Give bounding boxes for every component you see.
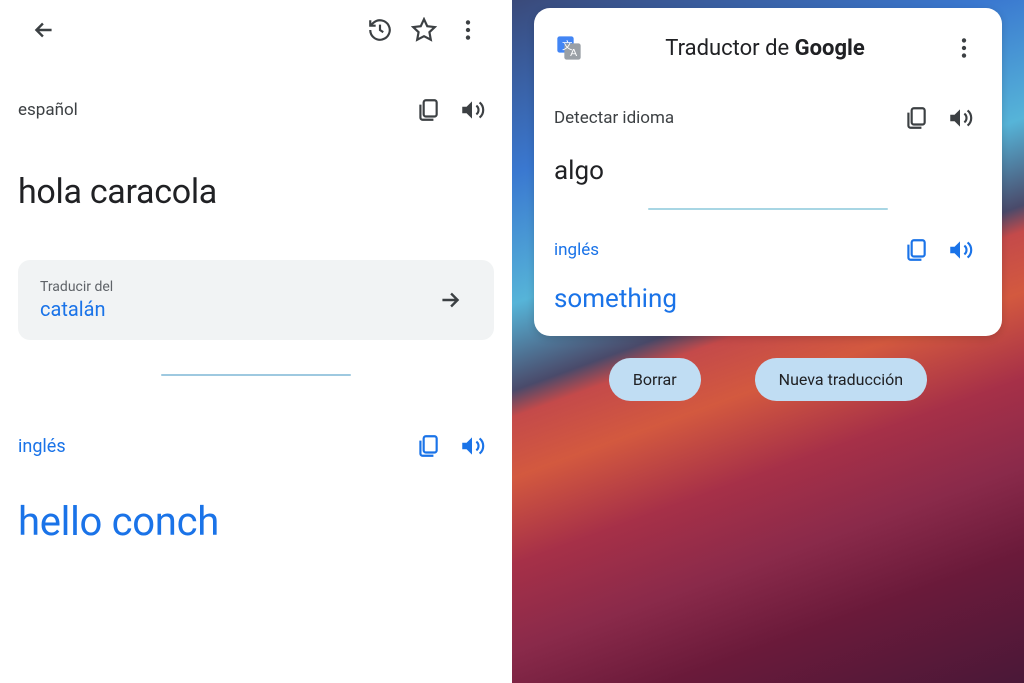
target-language-label[interactable]: inglés [18, 436, 406, 457]
translate-popup-screen: 文A Traductor de Google Detectar idioma a… [512, 0, 1024, 683]
popup-source-text[interactable]: algo [554, 156, 982, 186]
clear-button[interactable]: Borrar [609, 358, 701, 401]
copy-source-icon[interactable] [406, 88, 450, 132]
divider [161, 374, 351, 376]
detect-language: catalán [40, 297, 416, 321]
popup-copy-target-icon[interactable] [894, 228, 938, 272]
popup-source-lang-row: Detectar idioma [554, 96, 982, 140]
listen-source-icon[interactable] [450, 88, 494, 132]
more-icon[interactable] [446, 8, 490, 52]
language-suggestion-card[interactable]: Traducir del catalán [18, 260, 494, 340]
svg-text:A: A [570, 47, 577, 59]
popup-source-lang-label[interactable]: Detectar idioma [554, 108, 894, 128]
top-bar [18, 0, 494, 60]
copy-target-icon[interactable] [406, 424, 450, 468]
popup-title: Traductor de Google [596, 36, 934, 61]
popup-target-lang-label[interactable]: inglés [554, 240, 894, 260]
listen-target-icon[interactable] [450, 424, 494, 468]
popup-more-icon[interactable] [946, 26, 982, 70]
google-translate-icon: 文A [554, 33, 584, 63]
source-language-row: español [18, 88, 494, 132]
new-translation-button[interactable]: Nueva traducción [755, 358, 927, 401]
translate-app-screen: español hola caracola Traducir del catal… [0, 0, 512, 683]
detect-label: Traducir del [40, 279, 416, 295]
popup-actions: Borrar Nueva traducción [534, 358, 1002, 401]
target-language-row: inglés [18, 424, 494, 468]
popup-title-prefix: Traductor de [665, 36, 794, 61]
popup-target-lang-row: inglés [554, 228, 982, 272]
translation-text: hello conch [18, 498, 494, 545]
popup-listen-target-icon[interactable] [938, 228, 982, 272]
popup-listen-source-icon[interactable] [938, 96, 982, 140]
popup-copy-source-icon[interactable] [894, 96, 938, 140]
back-button[interactable] [22, 8, 66, 52]
star-icon[interactable] [402, 8, 446, 52]
popup-title-brand: Google [795, 36, 865, 61]
history-icon[interactable] [358, 8, 402, 52]
popup-card: 文A Traductor de Google Detectar idioma a… [534, 8, 1002, 336]
arrow-right-icon[interactable] [428, 278, 472, 322]
popup-header: 文A Traductor de Google [554, 22, 982, 82]
source-text[interactable]: hola caracola [18, 172, 494, 212]
popup-divider [648, 208, 888, 210]
popup-translation-text: something [554, 284, 982, 314]
source-language-label[interactable]: español [18, 100, 406, 120]
